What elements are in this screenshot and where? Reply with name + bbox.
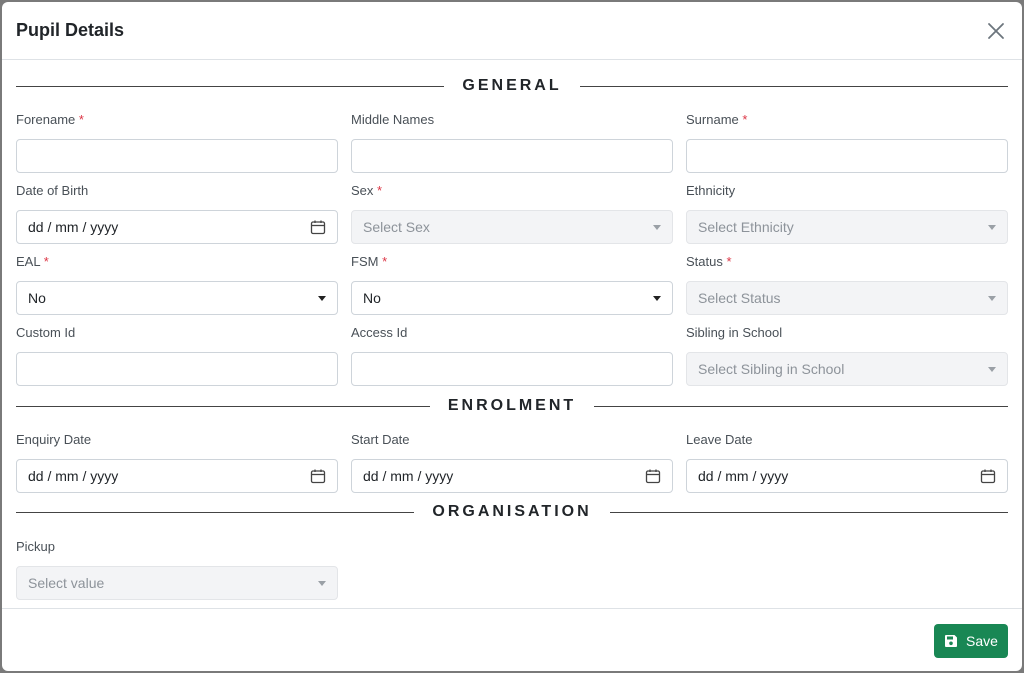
divider bbox=[16, 405, 430, 407]
leave-date-field: Leave Date dd / mm / yyyy bbox=[686, 431, 1008, 493]
floppy-disk-icon bbox=[945, 635, 958, 647]
divider bbox=[609, 511, 1009, 513]
dob-label: Date of Birth bbox=[16, 183, 89, 198]
caret-down-icon bbox=[653, 224, 661, 230]
section-general: GENERAL bbox=[16, 76, 1009, 96]
sibling-label: Sibling in School bbox=[686, 325, 783, 340]
pupil-details-modal: Pupil Details GENERAL Forename * Middle … bbox=[2, 2, 1022, 671]
sex-label: Sex * bbox=[351, 183, 383, 198]
sibling-select[interactable]: Select Sibling in School bbox=[686, 352, 1008, 386]
custom-id-field: Custom Id bbox=[16, 324, 338, 386]
required-marker: * bbox=[742, 112, 748, 127]
required-marker: * bbox=[377, 183, 383, 198]
start-date-label: Start Date bbox=[351, 432, 410, 447]
caret-down-icon bbox=[318, 580, 326, 586]
caret-down-icon bbox=[988, 295, 996, 301]
middle-names-label: Middle Names bbox=[351, 112, 435, 127]
fsm-field: FSM * No bbox=[351, 253, 673, 315]
calendar-icon[interactable] bbox=[645, 468, 661, 484]
required-marker: * bbox=[726, 254, 732, 269]
sibling-field: Sibling in School Select Sibling in Scho… bbox=[686, 324, 1008, 386]
modal-footer: Save bbox=[2, 608, 1022, 671]
access-id-label: Access Id bbox=[351, 325, 408, 340]
pickup-select[interactable]: Select value bbox=[16, 566, 338, 600]
divider bbox=[594, 405, 1009, 407]
divider bbox=[16, 85, 445, 87]
required-marker: * bbox=[78, 112, 84, 127]
required-marker: * bbox=[382, 254, 388, 269]
forename-label: Forename * bbox=[16, 112, 84, 127]
section-title-organisation: ORGANISATION bbox=[432, 503, 592, 520]
calendar-icon[interactable] bbox=[310, 468, 326, 484]
leave-date-label: Leave Date bbox=[686, 432, 753, 447]
status-field: Status * Select Status bbox=[686, 253, 1008, 315]
section-title-enrolment: ENROLMENT bbox=[447, 397, 577, 414]
enquiry-date-field: Enquiry Date dd / mm / yyyy bbox=[16, 431, 338, 493]
status-label: Status * bbox=[686, 254, 732, 269]
fsm-label: FSM * bbox=[351, 254, 388, 269]
sex-select[interactable]: Select Sex bbox=[351, 210, 673, 244]
divider bbox=[579, 85, 1009, 87]
start-date-input[interactable]: dd / mm / yyyy bbox=[351, 459, 673, 493]
caret-down-icon bbox=[988, 224, 996, 230]
start-date-field: Start Date dd / mm / yyyy bbox=[351, 431, 673, 493]
section-organisation: ORGANISATION bbox=[16, 502, 1009, 522]
caret-down-icon bbox=[653, 295, 661, 301]
caret-down-icon bbox=[988, 366, 996, 372]
status-select[interactable]: Select Status bbox=[686, 281, 1008, 315]
ethnicity-field: Ethnicity Select Ethnicity bbox=[686, 182, 1008, 244]
sex-field: Sex * Select Sex bbox=[351, 182, 673, 244]
forename-input[interactable] bbox=[16, 139, 338, 173]
middle-names-input[interactable] bbox=[351, 139, 673, 173]
pickup-field: Pickup Select value bbox=[16, 538, 338, 600]
dob-value: dd / mm / yyyy bbox=[28, 219, 119, 235]
surname-label: Surname * bbox=[686, 112, 748, 127]
access-id-field: Access Id bbox=[351, 324, 673, 386]
surname-field: Surname * bbox=[686, 111, 1008, 173]
modal-header: Pupil Details bbox=[2, 2, 1022, 60]
caret-down-icon bbox=[318, 295, 326, 301]
enquiry-date-label: Enquiry Date bbox=[16, 432, 92, 447]
custom-id-input[interactable] bbox=[16, 352, 338, 386]
fsm-select[interactable]: No bbox=[351, 281, 673, 315]
modal-body: GENERAL Forename * Middle Names Surname … bbox=[2, 60, 1022, 608]
divider bbox=[16, 511, 415, 513]
section-enrolment: ENROLMENT bbox=[16, 396, 1009, 416]
surname-input[interactable] bbox=[686, 139, 1008, 173]
eal-select[interactable]: No bbox=[16, 281, 338, 315]
enquiry-date-input[interactable]: dd / mm / yyyy bbox=[16, 459, 338, 493]
save-button[interactable]: Save bbox=[934, 624, 1008, 658]
custom-id-label: Custom Id bbox=[16, 325, 76, 340]
dob-field: Date of Birth dd / mm / yyyy bbox=[16, 182, 338, 244]
section-title-general: GENERAL bbox=[462, 77, 562, 94]
eal-field: EAL * No bbox=[16, 253, 338, 315]
required-marker: * bbox=[43, 254, 49, 269]
modal-title: Pupil Details bbox=[16, 20, 125, 40]
save-button-label: Save bbox=[966, 633, 998, 649]
leave-date-input[interactable]: dd / mm / yyyy bbox=[686, 459, 1008, 493]
access-id-input[interactable] bbox=[351, 352, 673, 386]
forename-field: Forename * bbox=[16, 111, 338, 173]
middle-names-field: Middle Names bbox=[351, 111, 673, 173]
close-button[interactable] bbox=[984, 19, 1008, 43]
dob-date-input[interactable]: dd / mm / yyyy bbox=[16, 210, 338, 244]
ethnicity-select[interactable]: Select Ethnicity bbox=[686, 210, 1008, 244]
eal-label: EAL * bbox=[16, 254, 49, 269]
pickup-label: Pickup bbox=[16, 539, 56, 554]
ethnicity-label: Ethnicity bbox=[686, 183, 736, 198]
calendar-icon[interactable] bbox=[310, 219, 326, 235]
close-icon bbox=[988, 22, 1004, 39]
calendar-icon[interactable] bbox=[980, 468, 996, 484]
